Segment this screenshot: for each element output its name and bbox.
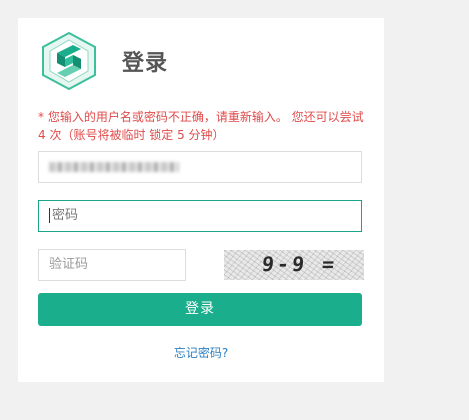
captcha-placeholder: 验证码 [49,257,89,272]
app-logo-icon [42,31,96,91]
captcha-field[interactable]: 验证码 [38,249,186,281]
username-value [49,161,179,172]
forgot-password-link[interactable]: 忘记密码? [18,344,384,361]
login-card: 登录 * 您输入的用户名或密码不正确，请重新输入。 您还可以尝试 4 次（账号将… [18,18,384,382]
error-message: * 您输入的用户名或密码不正确，请重新输入。 您还可以尝试 4 次（账号将被临时… [38,110,364,142]
username-field[interactable] [38,151,362,183]
captcha-image[interactable]: 9-9 = [224,250,364,280]
password-placeholder: 密码 [52,208,79,223]
captcha-text: 9-9 = [260,252,339,276]
login-button[interactable]: 登录 [38,293,362,326]
text-cursor [49,208,50,223]
password-field[interactable]: 密码 [38,200,362,232]
page-title: 登录 [122,51,169,76]
